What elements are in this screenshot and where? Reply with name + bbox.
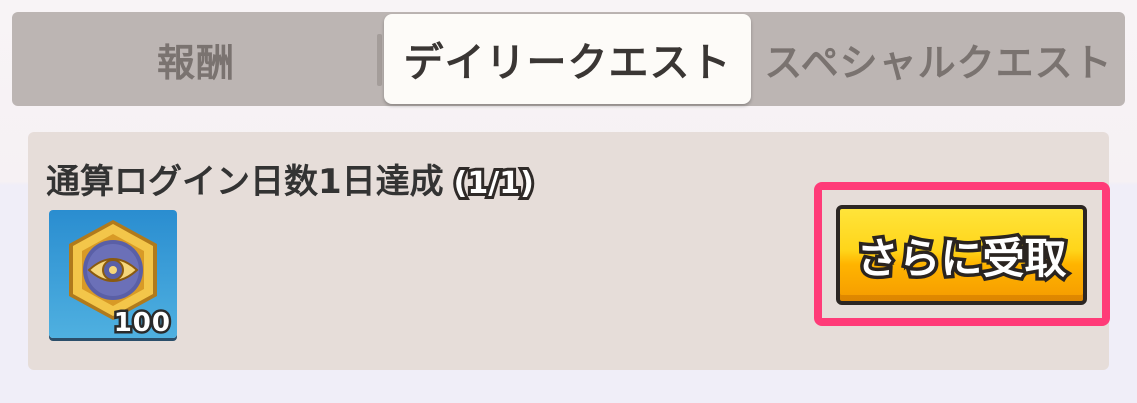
tab-divider bbox=[377, 34, 382, 86]
quest-title: 通算ログイン日数1日達成 bbox=[46, 162, 444, 202]
reward-count: 100 bbox=[111, 306, 172, 339]
tab-rewards-label: 報酬 bbox=[156, 40, 235, 85]
quest-title-row: 通算ログイン日数1日達成 (1/1) bbox=[46, 154, 537, 204]
tab-daily-quest[interactable]: デイリークエスト bbox=[384, 14, 751, 104]
claim-more-button[interactable]: さらに受取 bbox=[836, 205, 1087, 305]
tab-special-quest-label: スペシャルクエスト bbox=[764, 40, 1113, 85]
tab-special-quest[interactable]: スペシャルクエスト bbox=[752, 12, 1125, 106]
quest-progress: (1/1) bbox=[451, 163, 537, 204]
reward-item[interactable]: 100 bbox=[49, 210, 177, 338]
tab-daily-quest-label: デイリークエスト bbox=[403, 40, 732, 86]
tab-rewards[interactable]: 報酬 bbox=[12, 12, 380, 106]
quest-tab-bar: 報酬 デイリークエスト スペシャルクエスト bbox=[12, 12, 1125, 106]
